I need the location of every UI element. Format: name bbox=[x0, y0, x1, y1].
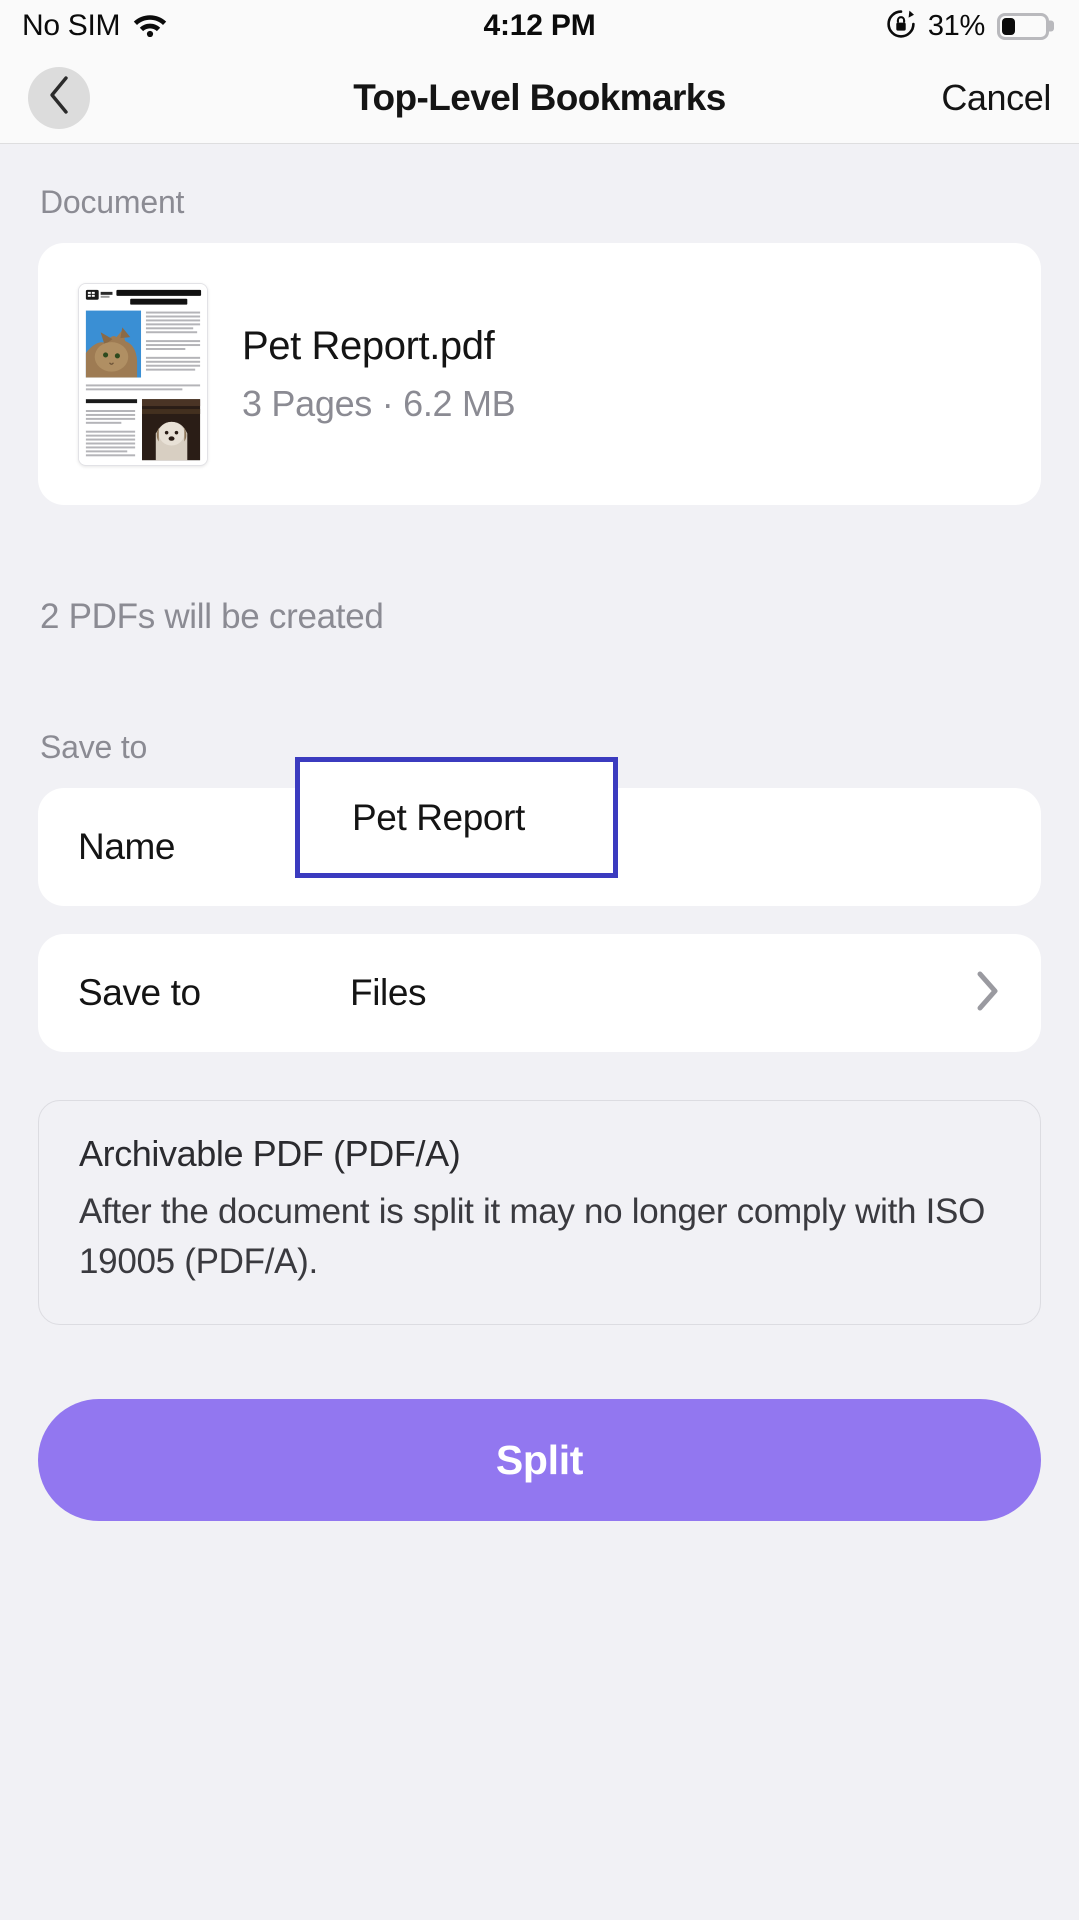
status-bar: No SIM 4:12 PM 31% bbox=[0, 0, 1079, 52]
chevron-right-icon[interactable] bbox=[975, 970, 1001, 1017]
cancel-button[interactable]: Cancel bbox=[941, 77, 1051, 119]
save-to-row-value: Files bbox=[350, 972, 427, 1013]
pdfa-notice: Archivable PDF (PDF/A) After the documen… bbox=[38, 1100, 1041, 1326]
app-screen: No SIM 4:12 PM 31% Top-Level Bookmarks C… bbox=[0, 0, 1079, 1920]
name-input[interactable]: Pet Report bbox=[295, 757, 618, 878]
wifi-icon bbox=[133, 11, 167, 42]
chevron-left-icon bbox=[47, 75, 71, 120]
save-to-row[interactable]: Save to Files bbox=[38, 934, 1041, 1052]
document-file-name: Pet Report.pdf bbox=[242, 323, 495, 368]
document-section-label: Document bbox=[40, 184, 185, 220]
bottom-safe-area bbox=[0, 1760, 1079, 1920]
document-file-meta: 3 Pages · 6.2 MB bbox=[242, 382, 516, 424]
name-row[interactable]: Name Pet Report bbox=[38, 757, 1041, 906]
document-card[interactable]: Pet Report.pdf 3 Pages · 6.2 MB bbox=[38, 243, 1041, 505]
pdf-page-thumbnail bbox=[78, 282, 208, 466]
status-bar-right: 31% bbox=[886, 9, 1049, 44]
split-button[interactable]: Split bbox=[38, 1399, 1041, 1522]
battery-percent-label: 31% bbox=[927, 9, 985, 42]
name-input-value: Pet Report bbox=[352, 796, 525, 838]
split-button-label: Split bbox=[495, 1436, 584, 1483]
save-to-row-label: Save to bbox=[78, 972, 201, 1013]
pdfa-notice-body: After the document is split it may no lo… bbox=[79, 1192, 985, 1281]
navigation-bar: Top-Level Bookmarks Cancel bbox=[0, 52, 1079, 144]
status-bar-left: No SIM bbox=[22, 9, 167, 43]
rotation-lock-icon bbox=[886, 9, 916, 44]
pdf-count-text: 2 PDFs will be created bbox=[40, 597, 384, 636]
pdfa-notice-title: Archivable PDF (PDF/A) bbox=[79, 1133, 461, 1174]
document-meta: Pet Report.pdf 3 Pages · 6.2 MB bbox=[242, 323, 516, 425]
carrier-label: No SIM bbox=[22, 9, 121, 42]
main-content: Document Pet Report.pdf 3 Pages · 6.2 MB… bbox=[0, 144, 1079, 1760]
page-title: Top-Level Bookmarks bbox=[353, 76, 726, 118]
back-button[interactable] bbox=[28, 66, 90, 129]
battery-icon bbox=[997, 12, 1049, 40]
battery-fill bbox=[1002, 17, 1016, 35]
